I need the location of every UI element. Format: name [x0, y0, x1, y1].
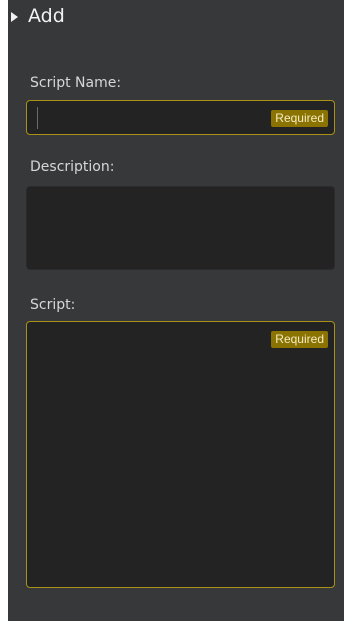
- script-label: Script:: [30, 297, 76, 313]
- script-name-label: Script Name:: [30, 75, 122, 91]
- description-label: Description:: [30, 159, 115, 175]
- required-badge: Required: [271, 331, 328, 348]
- caret-right-icon[interactable]: [11, 12, 18, 22]
- description-input[interactable]: [26, 186, 335, 270]
- add-section-header[interactable]: Add: [8, 0, 344, 40]
- required-badge: Required: [271, 110, 328, 127]
- text-cursor: [37, 107, 38, 129]
- add-script-panel: Add Script Name: Required Description: S…: [8, 0, 344, 621]
- script-textarea[interactable]: Required: [26, 321, 335, 588]
- script-name-input[interactable]: Required: [26, 100, 335, 135]
- section-title: Add: [28, 5, 65, 27]
